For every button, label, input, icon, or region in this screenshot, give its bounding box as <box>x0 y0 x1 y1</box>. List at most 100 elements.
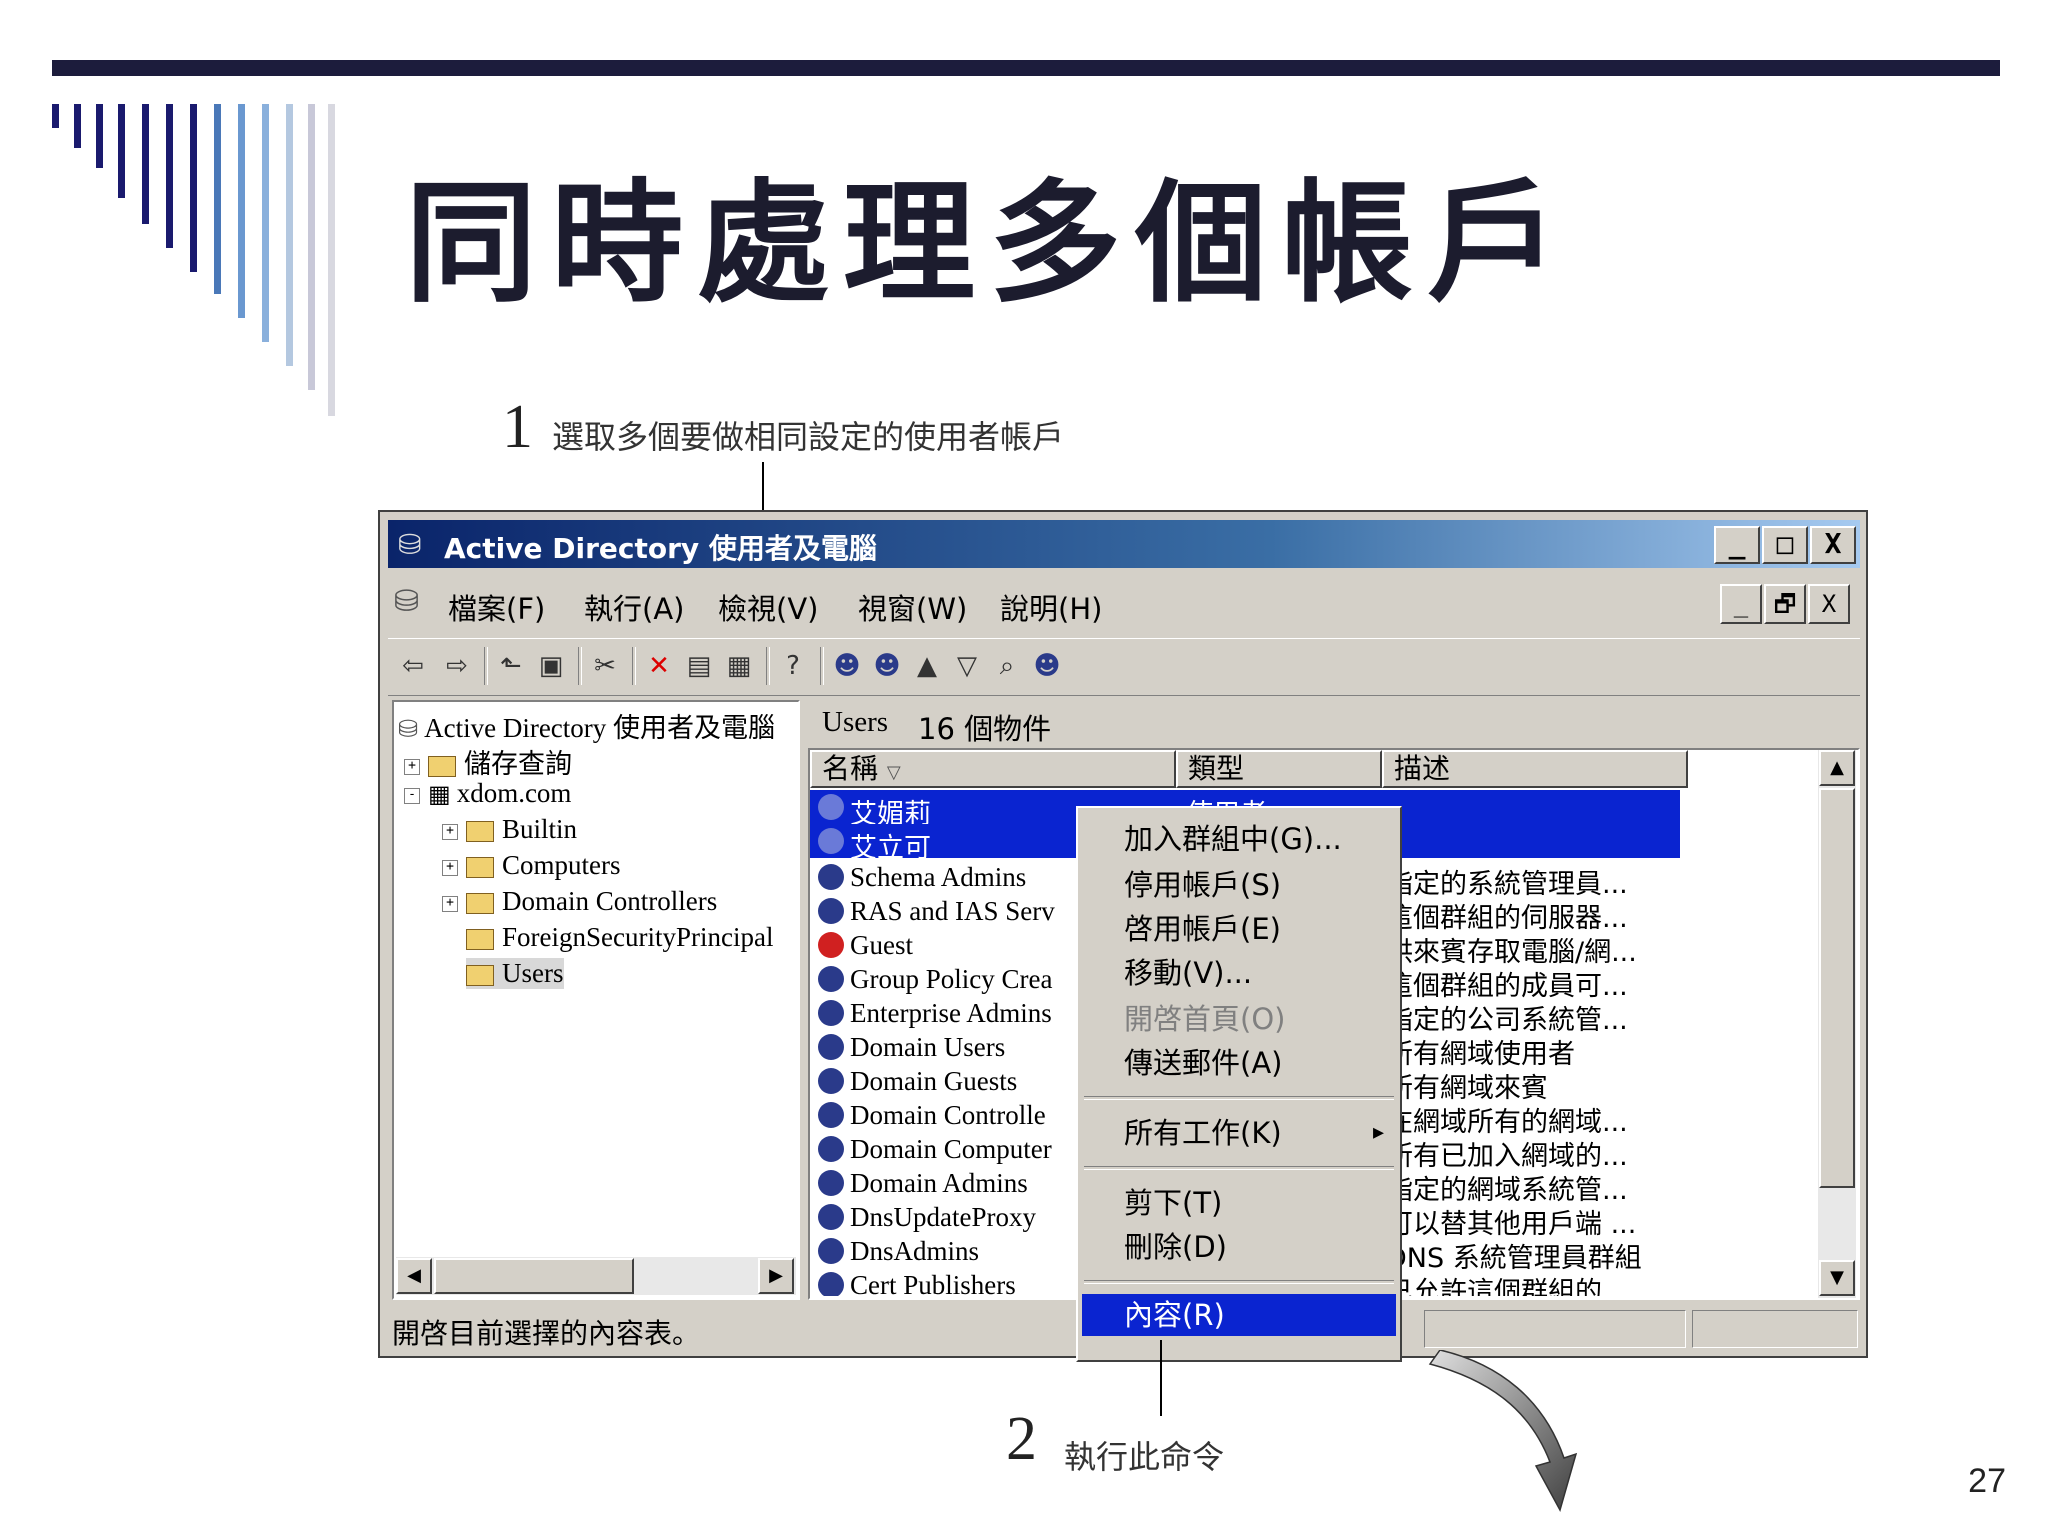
child-restore-button[interactable]: 🗗 <box>1764 584 1806 624</box>
column-header-description[interactable]: 描述 <box>1382 750 1688 788</box>
toolbar: ⇦ ⇨ ⬑ ▣ ✂ ✕ ▤ ▦ ? ☻ ☻ ▲ ▽ ⌕ ☻ <box>388 638 1860 696</box>
forward-icon[interactable]: ⇨ <box>440 649 474 683</box>
group-icon <box>818 1102 844 1128</box>
menu-bar: ⛁ 檔案(F) 執行(A) 檢視(V) 視窗(W) 說明(H) _ 🗗 X <box>388 572 1860 634</box>
back-icon[interactable]: ⇦ <box>396 649 430 683</box>
menu-item-move[interactable]: 移動(V)... <box>1082 952 1396 994</box>
group-icon <box>818 1238 844 1264</box>
details-pane-header: Users 16 個物件 <box>808 700 1858 746</box>
menu-item-properties[interactable]: 內容(R) <box>1082 1294 1396 1336</box>
column-header-name[interactable]: 名稱 ▽ <box>810 750 1176 788</box>
scroll-thumb[interactable] <box>1819 788 1855 1188</box>
step2-pointer-line <box>1160 1340 1162 1416</box>
column-header-type[interactable]: 類型 <box>1176 750 1382 788</box>
child-close-button[interactable]: X <box>1808 584 1850 624</box>
child-minimize-button[interactable]: _ <box>1720 584 1762 624</box>
show-tree-icon[interactable]: ▣ <box>534 649 568 683</box>
tree-item-builtin[interactable]: + Builtin <box>442 814 577 845</box>
scroll-left-button[interactable]: ◀ <box>396 1258 432 1294</box>
app-icon: ⛁ <box>398 528 422 561</box>
title-bar: ⛁ Active Directory 使用者及電腦 _ □ X <box>388 520 1860 568</box>
group-icon <box>818 1204 844 1230</box>
open-folder-icon <box>466 965 494 987</box>
console-icon: ⛁ <box>394 584 420 619</box>
step2-text: 執行此命令 <box>1064 1438 1225 1476</box>
tree-item-foreign-security[interactable]: ForeignSecurityPrincipal <box>466 922 773 953</box>
menu-item-add-to-group[interactable]: 加入群組中(G)... <box>1082 818 1396 860</box>
new-group-icon[interactable]: ☻ <box>870 649 904 683</box>
slide-title: 同時處理多個帳戶 <box>405 167 1573 321</box>
add-member-icon[interactable]: ☻ <box>1030 649 1064 683</box>
properties-icon[interactable]: ▤ <box>682 649 716 683</box>
group-icon <box>818 864 844 890</box>
group-icon <box>818 1068 844 1094</box>
group-icon <box>818 966 844 992</box>
step1-number: 1 <box>502 393 533 461</box>
menu-item-all-tasks[interactable]: 所有工作(K) ▸ <box>1082 1112 1396 1154</box>
scroll-down-button[interactable]: ▼ <box>1819 1260 1855 1296</box>
minimize-button[interactable]: _ <box>1714 526 1760 564</box>
submenu-arrow-icon: ▸ <box>1372 1120 1384 1145</box>
disabled-user-icon <box>818 932 844 958</box>
tree-horizontal-scrollbar[interactable]: ◀ ▶ <box>396 1257 796 1295</box>
group-icon <box>818 1136 844 1162</box>
tree-item-users[interactable]: Users <box>466 958 564 989</box>
export-icon[interactable]: ▦ <box>722 649 756 683</box>
menu-item-delete[interactable]: 刪除(D) <box>1082 1226 1396 1268</box>
list-vertical-scrollbar[interactable]: ▲ ▼ <box>1818 750 1856 1298</box>
new-user-icon[interactable]: ☻ <box>830 649 864 683</box>
menu-action[interactable]: 執行(A) <box>584 586 684 628</box>
domain-icon: ▦ <box>428 782 451 808</box>
group-icon <box>818 1000 844 1026</box>
curved-arrow-icon <box>1428 1350 1578 1512</box>
console-root-icon: ⛁ <box>398 717 419 743</box>
menu-item-open-home-page[interactable]: 開啓首頁(O) <box>1082 998 1396 1040</box>
step1-text: 選取多個要做相同設定的使用者帳戶 <box>552 418 1065 456</box>
cut-icon[interactable]: ✂ <box>588 649 622 683</box>
menu-item-cut[interactable]: 剪下(T) <box>1082 1182 1396 1224</box>
scroll-right-button[interactable]: ▶ <box>758 1258 794 1294</box>
page-number: 27 <box>1968 1462 2006 1500</box>
top-divider-bar <box>52 60 2000 76</box>
help-icon[interactable]: ? <box>776 649 810 683</box>
pane-object-count: 16 個物件 <box>918 712 1052 746</box>
new-ou-icon[interactable]: ▲ <box>910 649 944 683</box>
user-icon <box>818 828 844 854</box>
folder-icon <box>466 821 494 843</box>
tree-item-domain-controllers[interactable]: + Domain Controllers <box>442 886 717 917</box>
folder-icon <box>466 857 494 879</box>
scroll-thumb[interactable] <box>434 1258 634 1294</box>
find-icon[interactable]: ⌕ <box>990 649 1024 683</box>
tree-item-computers[interactable]: + Computers <box>442 850 621 881</box>
group-icon <box>818 1170 844 1196</box>
console-tree: ⛁ Active Directory 使用者及電腦 + 儲存查詢 - ▦ xdom.co… <box>392 700 800 1300</box>
context-menu: 加入群組中(G)... 停用帳戶(S) 啓用帳戶(E) 移動(V)... 開啓首… <box>1076 806 1402 1362</box>
window-title: Active Directory 使用者及電腦 <box>444 532 877 565</box>
pane-folder-name: Users <box>822 706 889 738</box>
status-text: 開啓目前選擇的內容表。 <box>392 1317 701 1350</box>
menu-view[interactable]: 檢視(V) <box>718 586 818 628</box>
menu-window[interactable]: 視窗(W) <box>858 586 967 628</box>
group-icon <box>818 898 844 924</box>
menu-item-send-mail[interactable]: 傳送郵件(A) <box>1082 1042 1396 1084</box>
close-button[interactable]: X <box>1810 526 1856 564</box>
tree-root[interactable]: ⛁ Active Directory 使用者及電腦 <box>398 706 775 745</box>
filter-icon[interactable]: ▽ <box>950 649 984 683</box>
group-icon <box>818 1034 844 1060</box>
scroll-up-button[interactable]: ▲ <box>1819 750 1855 786</box>
maximize-button[interactable]: □ <box>1762 526 1808 564</box>
user-icon <box>818 794 844 820</box>
up-folder-icon[interactable]: ⬑ <box>494 649 528 683</box>
menu-file[interactable]: 檔案(F) <box>448 586 545 628</box>
menu-help[interactable]: 說明(H) <box>1000 586 1102 628</box>
step2-number: 2 <box>1006 1405 1037 1473</box>
sort-arrow-icon: ▽ <box>886 762 901 783</box>
folder-icon <box>466 929 494 951</box>
menu-item-disable-account[interactable]: 停用帳戶(S) <box>1082 864 1396 906</box>
delete-icon[interactable]: ✕ <box>642 649 676 683</box>
folder-icon <box>428 756 456 778</box>
tree-item-domain[interactable]: - ▦ xdom.com <box>404 778 571 809</box>
tree-item-saved-queries[interactable]: + 儲存查詢 <box>404 742 572 781</box>
menu-item-enable-account[interactable]: 啓用帳戶(E) <box>1082 908 1396 950</box>
group-icon <box>818 1272 844 1296</box>
